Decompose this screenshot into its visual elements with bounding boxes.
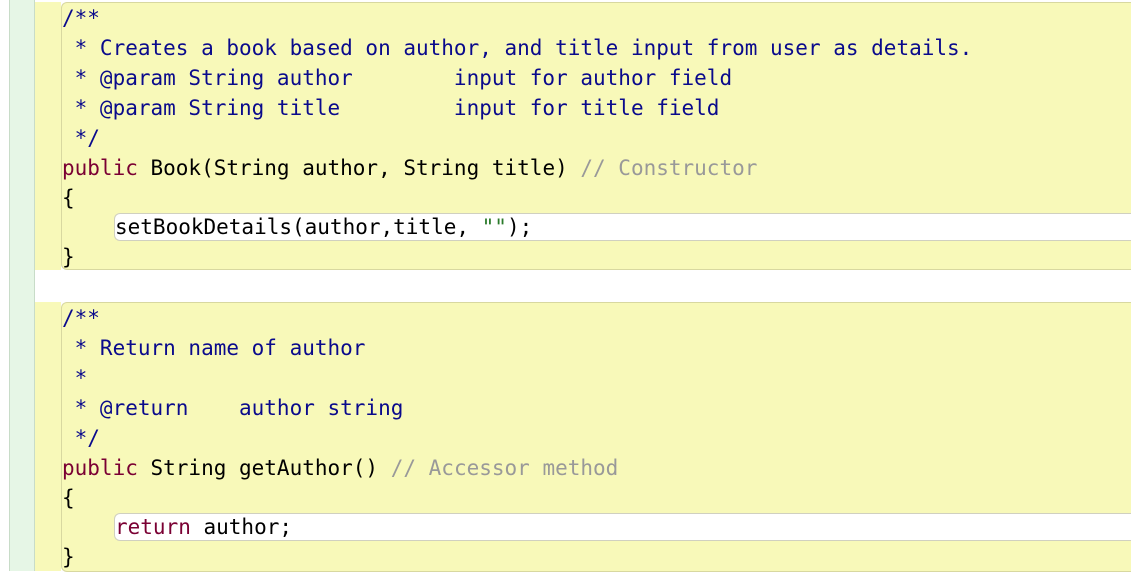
open-brace: { [62,486,75,510]
close-brace: } [62,545,75,569]
doc-comment-line: * Creates a book based on author, and ti… [62,36,973,60]
doc-comment-line: /** [62,306,100,330]
code-text: ); [506,215,533,239]
keyword: public [62,456,138,480]
class-scope-band [35,2,61,270]
doc-comment-line: * @param String title input for title fi… [62,96,720,120]
signature-text: String getAuthor() [137,456,391,480]
class-scope-band [35,302,61,571]
keyword: return [115,515,191,539]
close-brace: } [62,245,75,269]
window-edge [0,0,9,571]
doc-comment-line: * Return name of author [62,336,366,360]
method-signature: public Book(String author, String title)… [62,153,757,183]
doc-comment-line: * @return author string [62,396,404,420]
doc-comment-line: * @param String author input for author … [62,66,733,90]
accessor-method-block[interactable]: /** * Return name of author * * @return … [61,302,1131,572]
doc-comment-line: /** [62,6,100,30]
method-body-code: setBookDetails(author,title, ""); [115,212,532,242]
code-text: setBookDetails(author,title, [115,215,482,239]
code-text: author; [190,515,293,539]
line-gutter [9,0,35,571]
method-body-code: return author; [115,512,292,542]
keyword: public [62,156,138,180]
method-signature: public String getAuthor() // Accessor me… [62,453,618,483]
doc-comment-line: * [62,366,88,390]
inline-comment: // Constructor [580,156,758,180]
open-brace: { [62,186,75,210]
doc-comment-line: */ [62,426,100,450]
inline-comment: // Accessor method [390,456,619,480]
doc-comment-line: */ [62,126,100,150]
signature-text: Book(String author, String title) [137,156,581,180]
string-literal: "" [481,215,507,239]
constructor-method-block[interactable]: /** * Creates a book based on author, an… [61,2,1131,270]
